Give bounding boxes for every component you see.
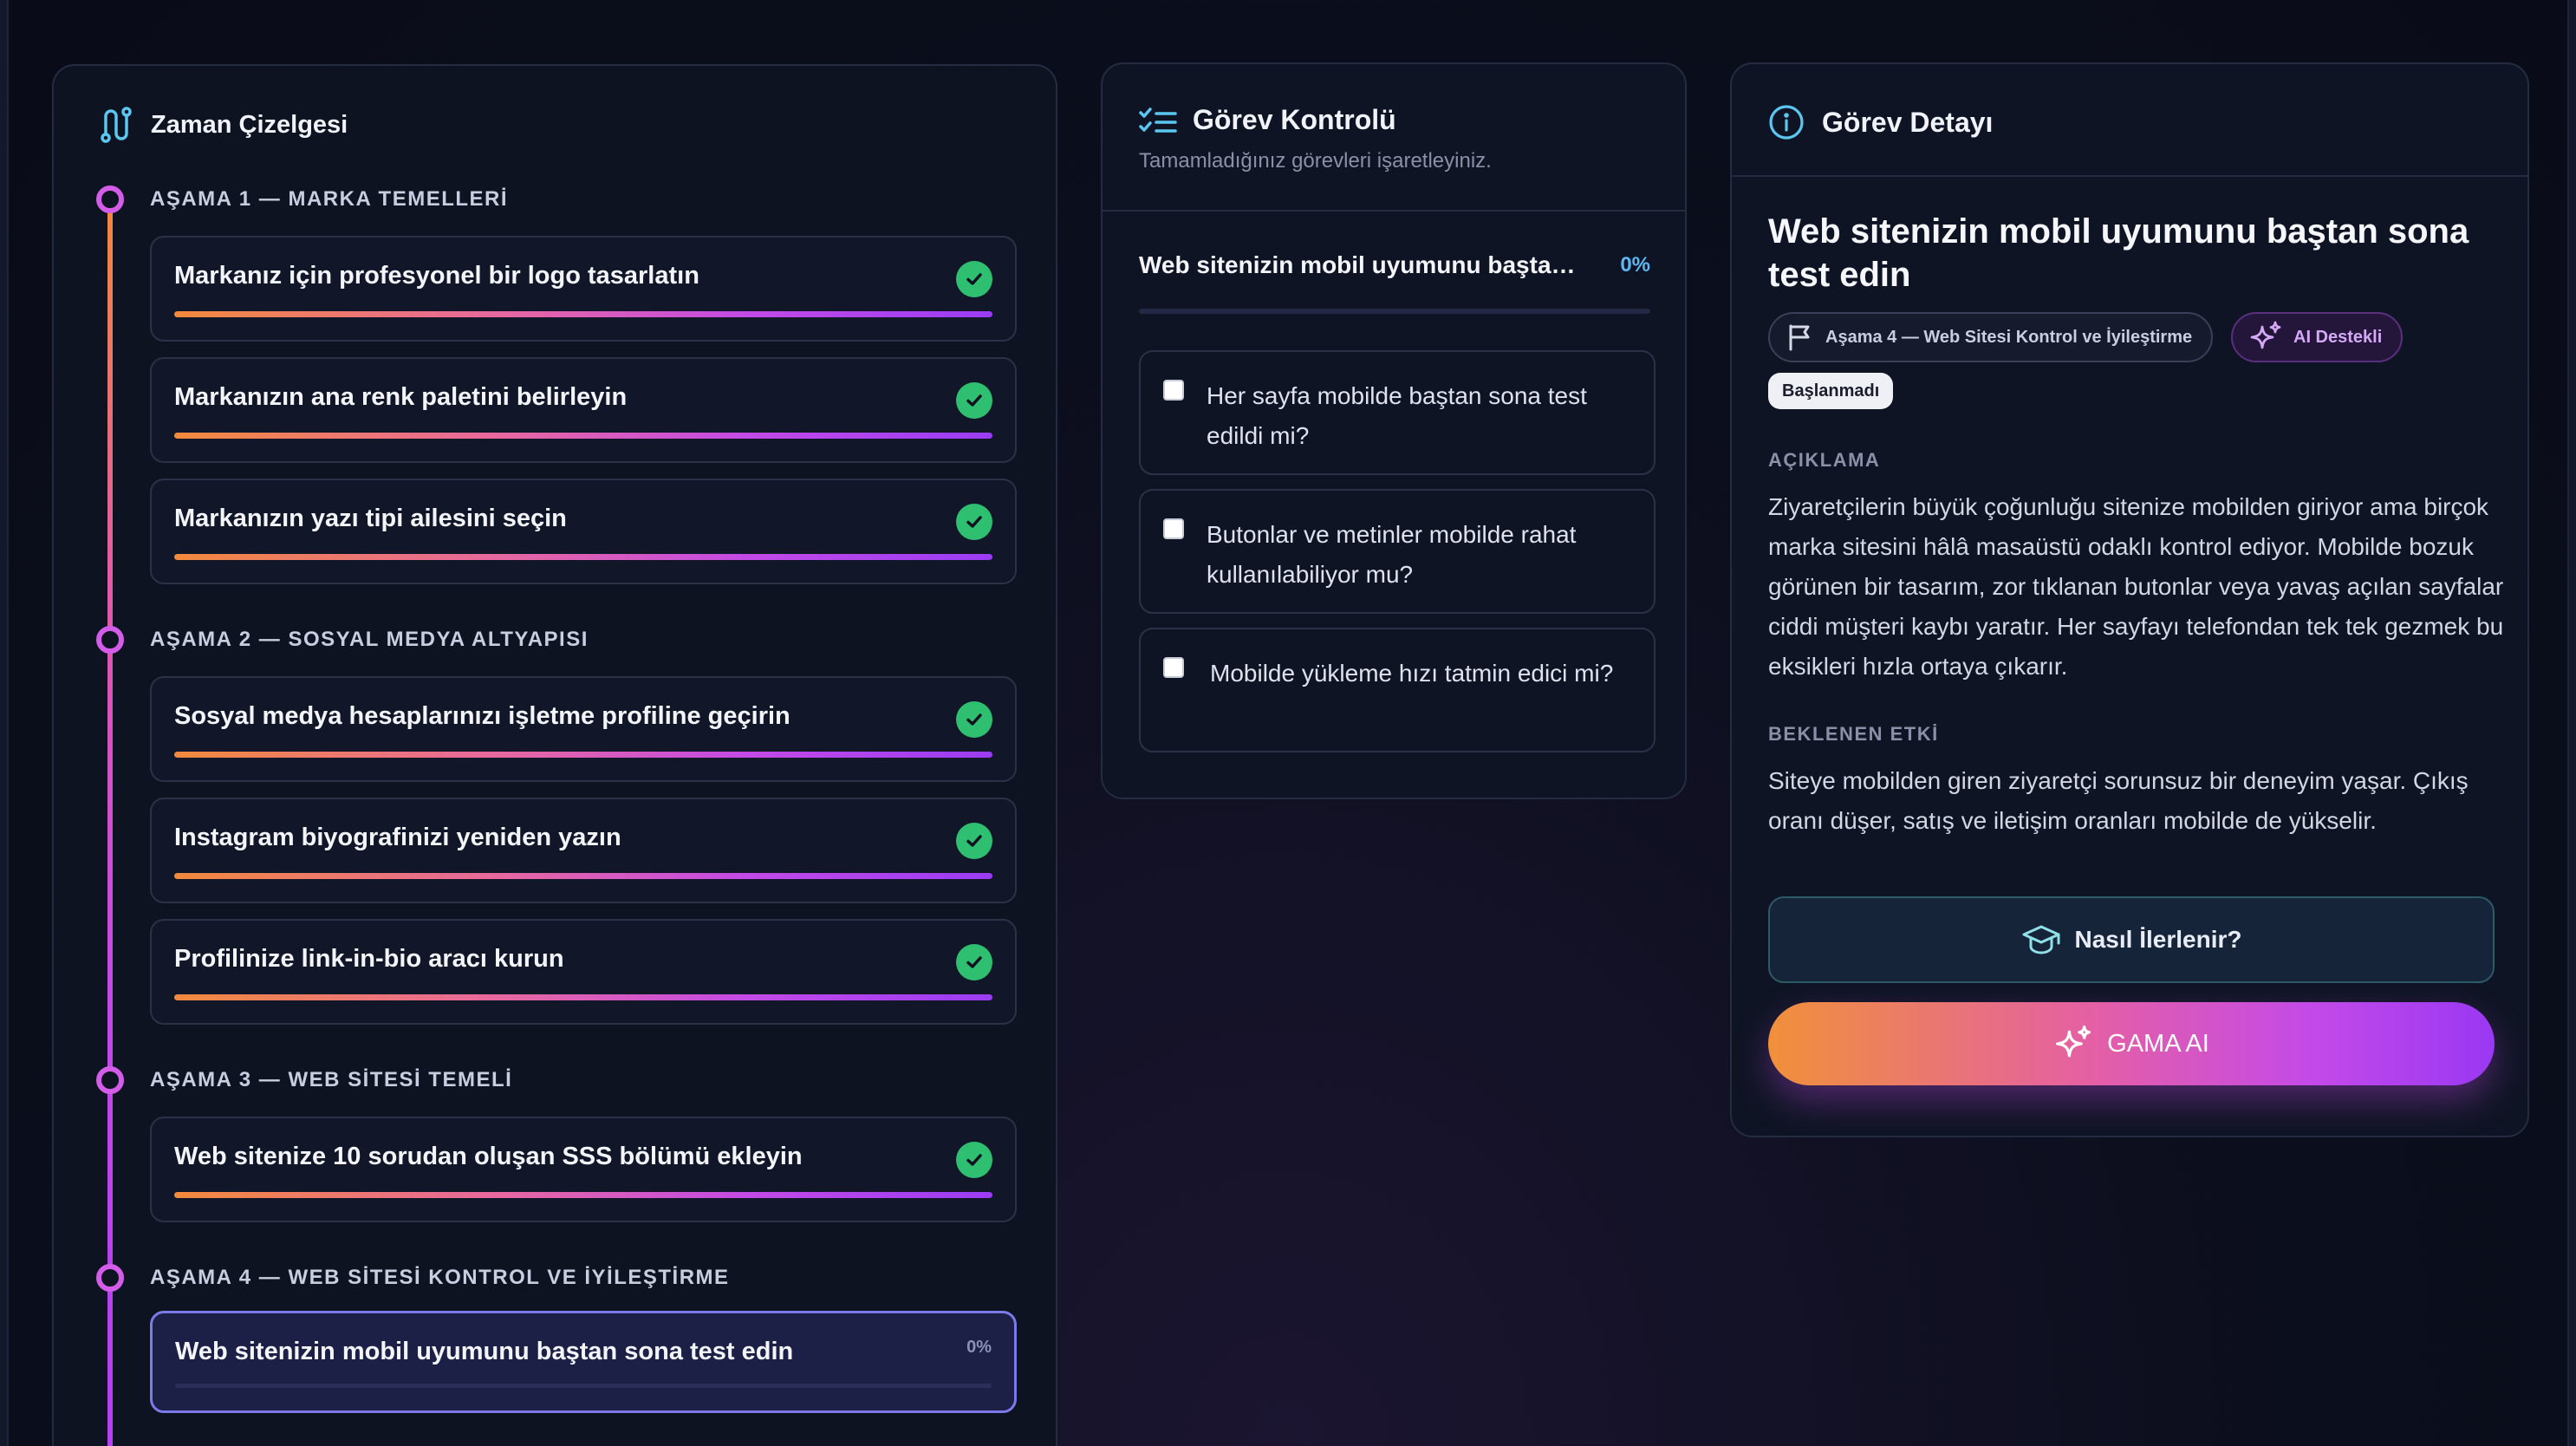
how-to-proceed-button[interactable]: Nasıl İlerlenir? [1768, 896, 2495, 983]
check-circle-icon [956, 261, 992, 297]
timeline-task-active[interactable]: Web sitenizin mobil uyumunu baştan sona … [150, 1311, 1017, 1413]
task-title: Markanızın yazı tipi ailesini seçin [174, 505, 567, 532]
task-progress-bar [174, 433, 992, 439]
right-window-edge [2567, 0, 2576, 1446]
task-title: Markanız için profesyonel bir logo tasar… [174, 262, 699, 290]
phase-badge: Aşama 4 — Web Sitesi Kontrol ve İyileşti… [1768, 312, 2214, 362]
checklist-checkbox[interactable] [1163, 380, 1184, 401]
checklist-item[interactable]: Butonlar ve metinler mobilde rahat kulla… [1139, 489, 1656, 614]
sparkles-icon [2056, 1025, 2091, 1058]
check-circle-icon [956, 504, 992, 540]
timeline-task[interactable]: Instagram biyografinizi yeniden yazın [150, 798, 1017, 903]
impact-label: BEKLENEN ETKİ [1768, 723, 1939, 745]
checklist-item-text: Mobilde yükleme hızı tatmin edici mi? [1210, 660, 1614, 687]
timeline-task[interactable]: Sosyal medya hesaplarınızı işletme profi… [150, 676, 1017, 782]
detail-task-title: Web sitenizin mobil uyumunu baştan sona … [1768, 212, 2469, 294]
check-circle-icon [956, 701, 992, 738]
timeline-line [107, 198, 113, 1446]
ai-badge-label: AI Destekli [2293, 327, 2383, 347]
task-progress-bar [174, 554, 992, 560]
route-icon [101, 107, 132, 143]
control-title: Görev Kontrolü [1193, 104, 1396, 135]
task-progress-bar [174, 1192, 992, 1198]
gama-ai-label: GAMA AI [2107, 1029, 2209, 1058]
control-progress-bar [1139, 309, 1650, 314]
timeline-task[interactable]: Markanızın yazı tipi ailesini seçin [150, 479, 1017, 584]
ai-badge: AI Destekli [2231, 312, 2404, 362]
task-title: Profilinize link-in-bio aracı kurun [174, 945, 564, 973]
phase-label-2: AŞAMA 2 — SOSYAL MEDYA ALTYAPISI [150, 628, 589, 651]
divider [1732, 175, 2527, 177]
status-badge: Başlanmadı [1768, 373, 1894, 409]
graduation-cap-icon [2022, 925, 2060, 954]
phase-label-3: AŞAMA 3 — WEB SİTESİ TEMELİ [150, 1068, 513, 1091]
sparkles-icon [2250, 321, 2281, 349]
task-progress-bar [174, 311, 992, 317]
task-progress-bar [174, 752, 992, 758]
timeline-panel: Zaman Çizelgesi AŞAMA 1 — MARKA TEMELLER… [52, 64, 1057, 1446]
checklist-item[interactable]: Her sayfa mobilde baştan sona test edild… [1139, 350, 1656, 475]
task-title: Web sitenize 10 sorudan oluşan SSS bölüm… [174, 1143, 803, 1170]
description-label: AÇIKLAMA [1768, 449, 1881, 471]
task-progress-bar [175, 1384, 992, 1388]
control-progress-percent: 0% [1620, 253, 1650, 277]
checklist-item[interactable]: Mobilde yükleme hızı tatmin edici mi? [1139, 628, 1656, 752]
task-progress-bar [174, 873, 992, 879]
check-circle-icon [956, 944, 992, 980]
flag-icon [1789, 324, 1810, 351]
gama-ai-button[interactable]: GAMA AI [1768, 1002, 2495, 1085]
check-circle-icon [956, 823, 992, 859]
check-circle-icon [956, 382, 992, 419]
how-to-proceed-label: Nasıl İlerlenir? [2074, 926, 2242, 953]
control-task-title: Web sitenizin mobil uyumunu baştan sona … [1139, 251, 1590, 278]
phase-marker [96, 186, 124, 213]
phase-badge-label: Aşama 4 — Web Sitesi Kontrol ve İyileşti… [1825, 327, 2193, 347]
timeline-task[interactable]: Web sitenize 10 sorudan oluşan SSS bölüm… [150, 1117, 1017, 1222]
task-progress-percent: 0% [966, 1338, 992, 1357]
checklist-checkbox[interactable] [1163, 657, 1184, 678]
detail-header: Görev Detayı [1768, 104, 1993, 140]
checklist-checkbox[interactable] [1163, 518, 1184, 539]
description-text: Ziyaretçilerin büyük çoğunluğu sitenize … [1768, 493, 2504, 680]
impact-text: Siteye mobilden giren ziyaretçi sorunsuz… [1768, 767, 2469, 834]
left-window-edge [0, 0, 9, 1446]
checklist-item-text: Her sayfa mobilde baştan sona test edild… [1207, 382, 1587, 449]
task-title: Markanızın ana renk paletini belirleyin [174, 383, 628, 411]
timeline-task[interactable]: Profilinize link-in-bio aracı kurun [150, 919, 1017, 1025]
check-circle-icon [956, 1142, 992, 1178]
timeline-task[interactable]: Markanız için profesyonel bir logo tasar… [150, 236, 1017, 342]
phase-label-1: AŞAMA 1 — MARKA TEMELLERİ [150, 187, 509, 211]
control-subtitle: Tamamladığınız görevleri işaretleyiniz. [1139, 149, 1492, 173]
task-title: Web sitenizin mobil uyumunu baştan sona … [175, 1338, 794, 1365]
timeline-header: Zaman Çizelgesi [99, 106, 348, 144]
phase-marker [96, 626, 124, 654]
phase-label-4: AŞAMA 4 — WEB SİTESİ KONTROL VE İYİLEŞTİ… [150, 1266, 730, 1289]
divider [1103, 210, 1685, 212]
checklist-icon [1139, 107, 1177, 133]
detail-header-title: Görev Detayı [1822, 106, 1994, 138]
phase-marker [96, 1264, 124, 1292]
phase-marker [96, 1066, 124, 1094]
task-title: Instagram biyografinizi yeniden yazın [174, 824, 621, 851]
timeline-task[interactable]: Markanızın ana renk paletini belirleyin [150, 357, 1017, 463]
control-header: Görev Kontrolü [1139, 104, 1396, 136]
timeline-title: Zaman Çizelgesi [151, 110, 348, 139]
task-control-panel: Görev Kontrolü Tamamladığınız görevleri … [1101, 62, 1687, 799]
checklist-item-text: Butonlar ve metinler mobilde rahat kulla… [1207, 521, 1577, 588]
task-title: Sosyal medya hesaplarınızı işletme profi… [174, 702, 790, 730]
task-progress-bar [174, 994, 992, 1000]
task-detail-panel: Görev Detayı Web sitenizin mobil uyumunu… [1730, 62, 2529, 1137]
info-icon [1769, 105, 1804, 140]
